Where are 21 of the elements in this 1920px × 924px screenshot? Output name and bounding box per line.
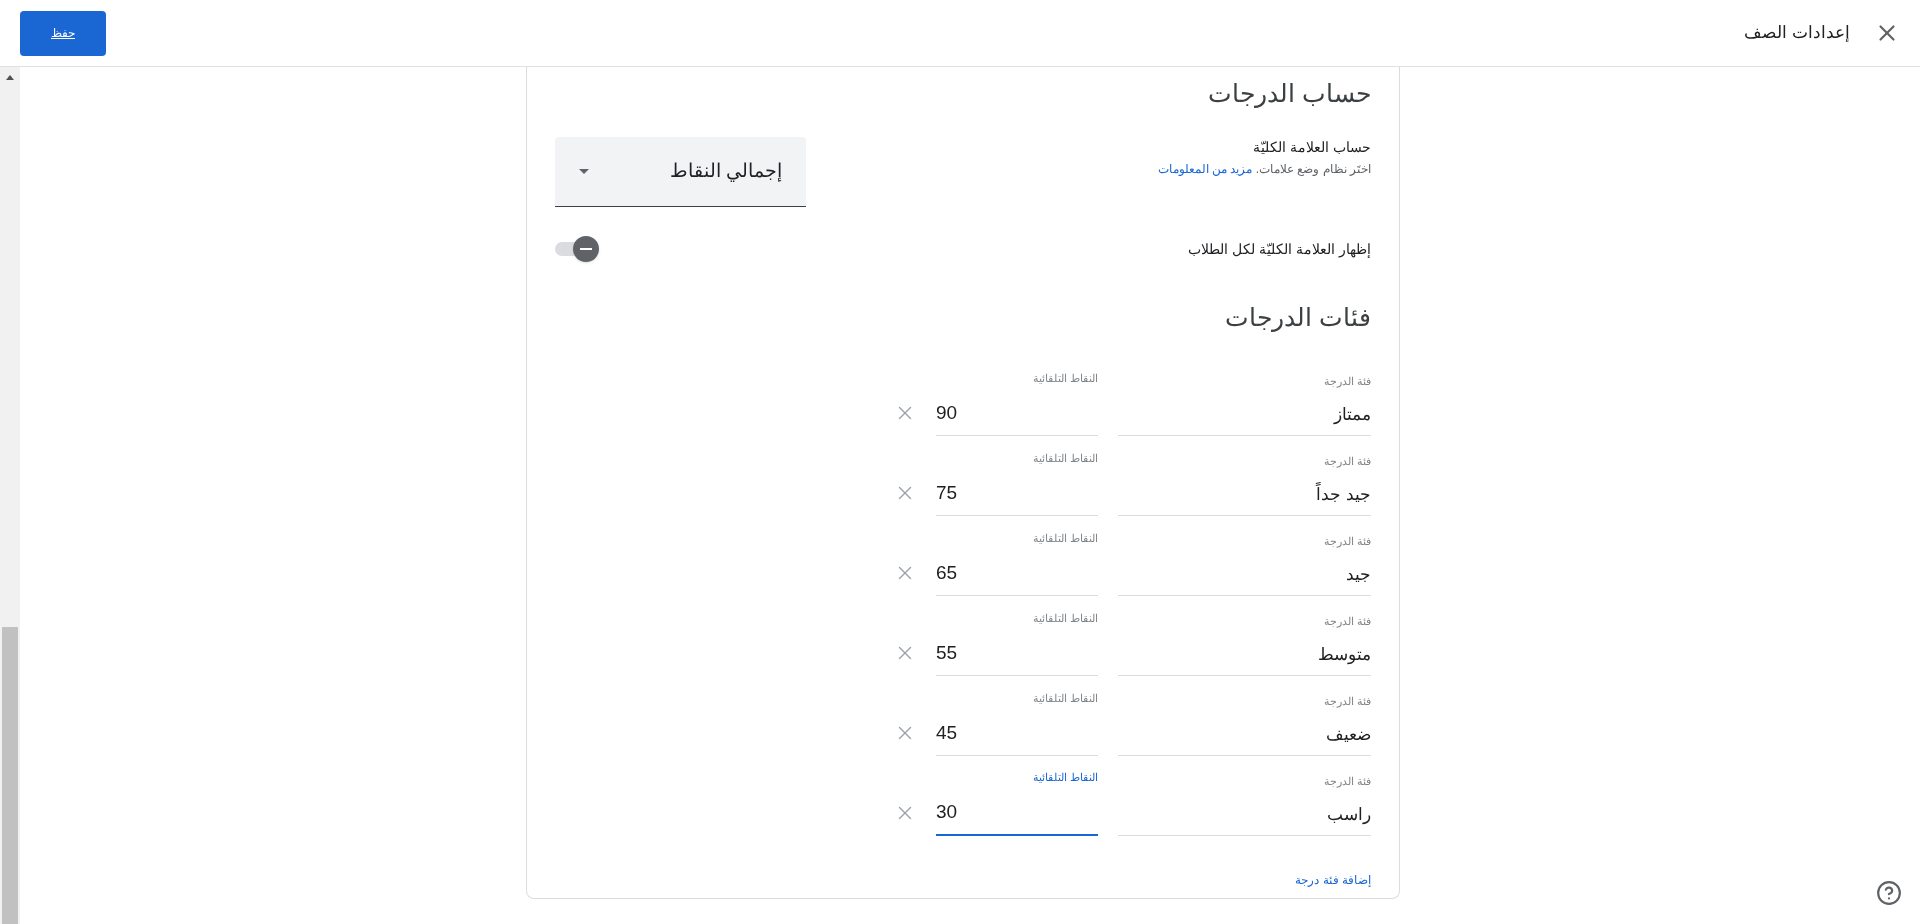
add-category-link[interactable]: إضافة فئة درجة [1295,872,1371,888]
grading-dropdown[interactable]: إجمالي النقاط [555,136,806,207]
category-name-field[interactable]: فئة الدرجة راسب [1118,773,1371,836]
hint-text: اختَر نظام وضع علامات. [1255,161,1371,176]
category-name-field[interactable]: فئة الدرجة جيد جداً [1118,453,1371,516]
category-name-field[interactable]: فئة الدرجة متوسط [1118,613,1371,676]
category-name-field[interactable]: فئة الدرجة ضعيف [1118,693,1371,756]
toggle-label: إظهار العلامة الكليّة لكل الطلاب [1188,239,1371,259]
section-heading: فئات الدرجات [1224,301,1371,334]
field-label: حساب العلامة الكليّة [1252,137,1371,157]
learn-more-link[interactable]: مزيد من المعلومات [1157,161,1253,176]
window-title: إعدادات الصف [1744,22,1850,45]
help-icon[interactable] [1876,880,1902,906]
scrollbar[interactable] [0,67,20,924]
scroll-up-icon[interactable] [6,75,14,80]
save-button[interactable]: حفظ [20,10,106,56]
dropdown-caret-icon [579,168,589,174]
category-name-field[interactable]: فئة الدرجة ممتاز [1118,373,1371,436]
category-name-field[interactable]: فئة الدرجة جيد [1118,533,1371,596]
section-heading: حساب الدرجات [1207,78,1371,110]
toggle-switch[interactable] [555,234,599,263]
